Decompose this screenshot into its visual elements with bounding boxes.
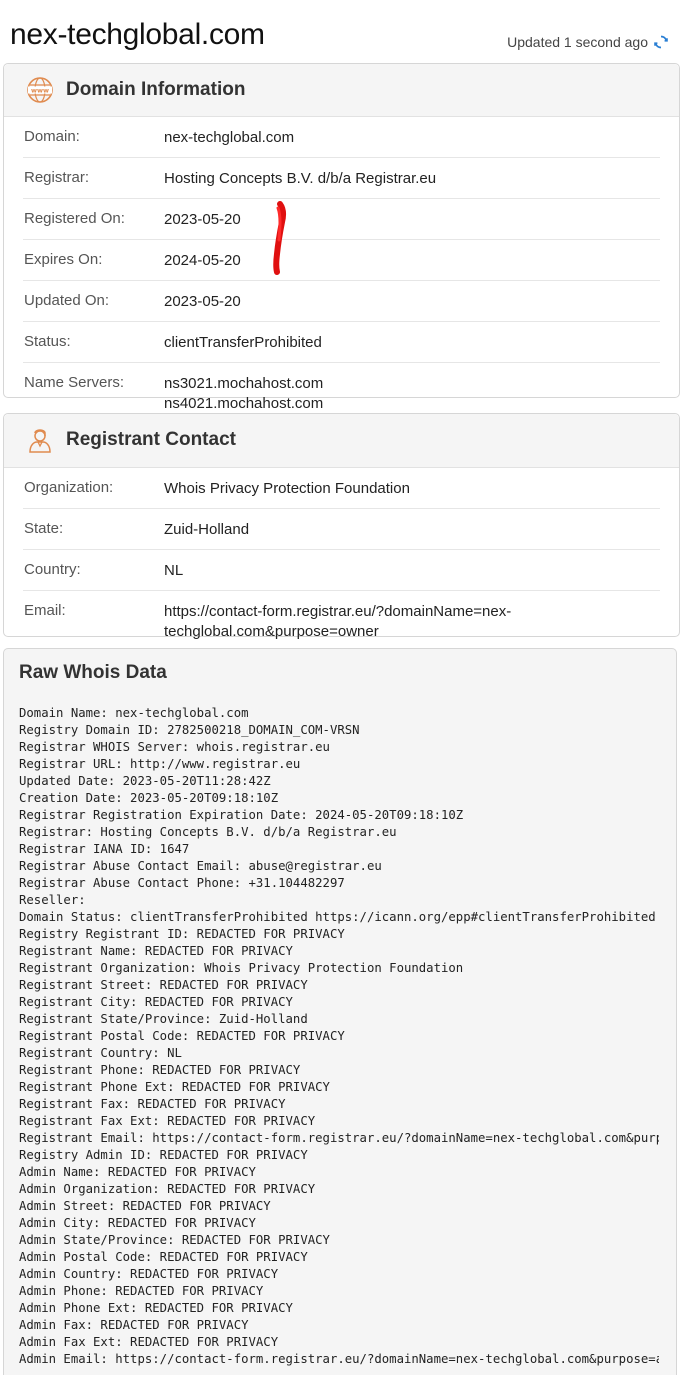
raw-whois-line: Registrar IANA ID: 1647 (19, 842, 190, 856)
row-organization: Organization: Whois Privacy Protection F… (23, 468, 660, 509)
row-value: Whois Privacy Protection Foundation (164, 480, 410, 497)
registrant-contact-card: Registrant Contact Organization: Whois P… (3, 413, 680, 640)
row-status: Status: clientTransferProhibited (23, 322, 660, 363)
user-icon (26, 426, 54, 454)
registrant-rows: Organization: Whois Privacy Protection F… (4, 468, 679, 651)
raw-whois-line: Registrar: Hosting Concepts B.V. d/b/a R… (19, 825, 397, 839)
raw-whois-line: Registrant Name: REDACTED FOR PRIVACY (19, 944, 293, 958)
row-domain: Domain: nex-techglobal.com (23, 117, 660, 158)
row-label: Email: (24, 602, 66, 619)
raw-whois-line: Registrant Fax Ext: REDACTED FOR PRIVACY (19, 1114, 316, 1128)
row-country: Country: NL (23, 550, 660, 591)
row-value: NL (164, 562, 184, 579)
raw-whois-line: Registrant Postal Code: REDACTED FOR PRI… (19, 1029, 345, 1043)
row-value: 2023-05-20 (164, 211, 241, 228)
raw-whois-line: Admin Phone Ext: REDACTED FOR PRIVACY (19, 1301, 293, 1315)
row-label: State: (24, 520, 64, 537)
raw-whois-line: Admin Email: https://contact-form.regist… (19, 1352, 659, 1366)
raw-whois-line: Updated Date: 2023-05-20T11:28:42Z (19, 774, 271, 788)
row-value: nex-techglobal.com (164, 129, 295, 146)
raw-whois-line: Admin Organization: REDACTED FOR PRIVACY (19, 1182, 316, 1196)
card-header: www Domain Information (4, 64, 679, 117)
row-registrar: Registrar: Hosting Concepts B.V. d/b/a R… (23, 158, 660, 199)
card-title: Registrant Contact (66, 429, 236, 450)
row-label: Name Servers: (24, 374, 125, 391)
row-email: Email: https://contact-form.registrar.eu… (23, 591, 660, 651)
row-label: Country: (24, 561, 81, 578)
raw-whois-line: Admin Phone: REDACTED FOR PRIVACY (19, 1284, 264, 1298)
card-header: Registrant Contact (4, 414, 679, 468)
row-expires-on: Expires On: 2024-05-20 (23, 240, 660, 281)
row-label: Expires On: (24, 251, 103, 268)
email-line-1: https://contact-form.registrar.eu/?domai… (164, 603, 512, 620)
row-label: Status: (24, 333, 71, 350)
raw-whois-line: Admin Fax: REDACTED FOR PRIVACY (19, 1318, 249, 1332)
raw-whois-line: Admin Country: REDACTED FOR PRIVACY (19, 1267, 279, 1281)
raw-whois-line: Registrar Abuse Contact Email: abuse@reg… (19, 859, 382, 873)
raw-whois-line: Registrant State/Province: Zuid-Holland (19, 1012, 308, 1026)
red-marker-scribble (273, 201, 287, 275)
card-title: Domain Information (66, 79, 246, 100)
raw-whois-line: Creation Date: 2023-05-20T09:18:10Z (19, 791, 279, 805)
row-label: Registrar: (24, 169, 90, 186)
raw-whois-line: Registrar Registration Expiration Date: … (19, 808, 464, 822)
raw-whois-line: Registry Registrant ID: REDACTED FOR PRI… (19, 927, 345, 941)
raw-whois-line: Registrar WHOIS Server: whois.registrar.… (19, 740, 330, 754)
raw-whois-text[interactable]: Domain Name: nex-techglobal.com Registry… (19, 705, 659, 1368)
page-title: nex-techglobal.com (10, 18, 265, 51)
row-label: Updated On: (24, 292, 110, 309)
raw-whois-line: Registrar URL: http://www.registrar.eu (19, 757, 301, 771)
row-value: 2023-05-20 (164, 293, 241, 310)
raw-whois-line: Admin Fax Ext: REDACTED FOR PRIVACY (19, 1335, 279, 1349)
row-value: Hosting Concepts B.V. d/b/a Registrar.eu (164, 170, 437, 187)
row-value: clientTransferProhibited (164, 334, 322, 351)
row-label: Registered On: (24, 210, 125, 227)
row-label: Domain: (24, 128, 80, 145)
raw-whois-line: Registry Domain ID: 2782500218_DOMAIN_CO… (19, 723, 360, 737)
raw-whois-line: Domain Status: clientTransferProhibited … (19, 910, 656, 924)
domain-information-card: www Domain Information Domain: nex-techg… (3, 63, 680, 412)
raw-whois-title: Raw Whois Data (19, 662, 167, 683)
refresh-icon[interactable] (653, 34, 669, 50)
email-line-2: techglobal.com&purpose=owner (164, 623, 379, 640)
raw-whois-line: Domain Name: nex-techglobal.com (19, 706, 249, 720)
page-header: nex-techglobal.com Updated 1 second ago (0, 0, 681, 64)
raw-whois-line: Admin Name: REDACTED FOR PRIVACY (19, 1165, 256, 1179)
raw-whois-line: Registrant Phone Ext: REDACTED FOR PRIVA… (19, 1080, 330, 1094)
name-server-2: ns4021.mochahost.com (164, 395, 324, 412)
domain-info-rows: Domain: nex-techglobal.com Registrar: Ho… (4, 117, 679, 423)
raw-whois-line: Admin State/Province: REDACTED FOR PRIVA… (19, 1233, 330, 1247)
row-value: Zuid-Holland (164, 521, 250, 538)
updated-text: Updated 1 second ago (507, 34, 648, 50)
raw-whois-line: Registry Admin ID: REDACTED FOR PRIVACY (19, 1148, 308, 1162)
name-server-1: ns3021.mochahost.com (164, 375, 324, 392)
raw-whois-panel: Raw Whois Data Domain Name: nex-techglob… (3, 648, 677, 1375)
raw-whois-line: Registrant Country: NL (19, 1046, 182, 1060)
raw-whois-line: Reseller: (19, 893, 86, 907)
raw-whois-line: Registrant Fax: REDACTED FOR PRIVACY (19, 1097, 286, 1111)
svg-text:www: www (31, 87, 49, 95)
raw-whois-line: Registrant Street: REDACTED FOR PRIVACY (19, 978, 308, 992)
raw-whois-line: Registrant Organization: Whois Privacy P… (19, 961, 464, 975)
updated-status: Updated 1 second ago (507, 34, 669, 50)
raw-whois-line: Admin Postal Code: REDACTED FOR PRIVACY (19, 1250, 308, 1264)
raw-whois-line: Admin City: REDACTED FOR PRIVACY (19, 1216, 256, 1230)
row-value: 2024-05-20 (164, 252, 241, 269)
row-value: https://contact-form.registrar.eu/?domai… (164, 602, 511, 642)
row-state: State: Zuid-Holland (23, 509, 660, 550)
row-label: Organization: (24, 479, 114, 496)
raw-whois-line: Registrant Email: https://contact-form.r… (19, 1131, 659, 1145)
www-globe-icon: www (26, 76, 54, 104)
row-updated-on: Updated On: 2023-05-20 (23, 281, 660, 322)
raw-whois-line: Registrant City: REDACTED FOR PRIVACY (19, 995, 293, 1009)
row-registered-on: Registered On: 2023-05-20 (23, 199, 660, 240)
raw-whois-line: Registrar Abuse Contact Phone: +31.10448… (19, 876, 345, 890)
raw-whois-line: Registrant Phone: REDACTED FOR PRIVACY (19, 1063, 301, 1077)
row-value: ns3021.mochahost.com ns4021.mochahost.co… (164, 374, 323, 414)
raw-whois-line: Admin Street: REDACTED FOR PRIVACY (19, 1199, 271, 1213)
